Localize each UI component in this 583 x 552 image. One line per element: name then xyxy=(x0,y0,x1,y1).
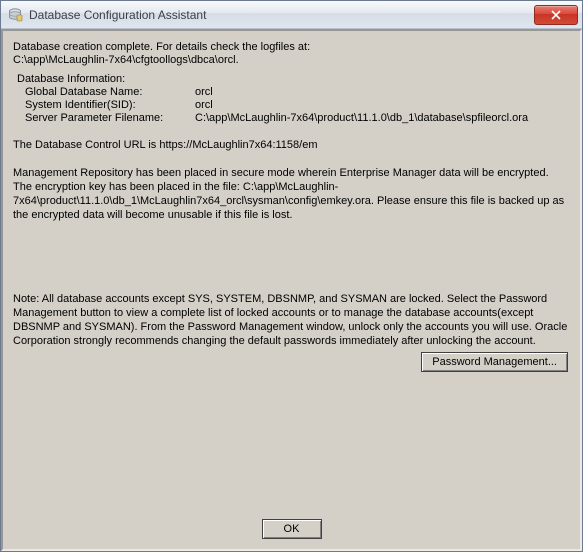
ok-button[interactable]: OK xyxy=(262,519,322,539)
global-db-name-row: Global Database Name: orcl xyxy=(13,86,570,99)
close-icon xyxy=(551,10,561,20)
global-db-name-value: orcl xyxy=(195,86,570,99)
logfiles-path: C:\app\McLaughlin-7x64\cfgtoollogs\dbca\… xyxy=(13,54,570,67)
app-icon xyxy=(7,7,23,23)
sid-value: orcl xyxy=(195,99,570,112)
note-paragraph: Note: All database accounts except SYS, … xyxy=(13,292,570,348)
spfile-value: C:\app\McLaughlin-7x64\product\11.1.0\db… xyxy=(195,112,570,125)
password-management-button[interactable]: Password Management... xyxy=(421,352,568,372)
control-url-text: The Database Control URL is https://McLa… xyxy=(13,139,570,152)
sid-row: System Identifier(SID): orcl xyxy=(13,99,570,112)
db-info-header: Database Information: xyxy=(13,73,570,86)
dialog-content: Database creation complete. For details … xyxy=(1,29,582,551)
creation-complete-text: Database creation complete. For details … xyxy=(13,41,570,54)
titlebar: Database Configuration Assistant xyxy=(1,1,582,29)
sid-label: System Identifier(SID): xyxy=(25,99,195,112)
spfile-label: Server Parameter Filename: xyxy=(25,112,195,125)
dialog-window: Database Configuration Assistant Databas… xyxy=(0,0,583,552)
spfile-row: Server Parameter Filename: C:\app\McLaug… xyxy=(13,112,570,125)
close-button[interactable] xyxy=(534,5,578,25)
window-title: Database Configuration Assistant xyxy=(29,8,534,22)
global-db-name-label: Global Database Name: xyxy=(25,86,195,99)
mgmt-repo-paragraph: Management Repository has been placed in… xyxy=(13,166,570,222)
